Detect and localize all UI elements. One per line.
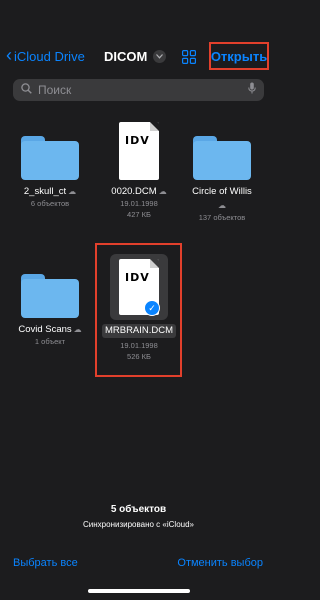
file-item-selected[interactable]: IDV ✓ MRBRAIN.DCM 19.01.1998 526 КБ	[94, 254, 184, 362]
item-name: 0020.DCM	[111, 186, 157, 197]
cloud-download-icon: ☁	[73, 325, 82, 334]
item-meta: 6 объектов	[30, 199, 70, 208]
folder-item[interactable]: 2_skull_ct ☁ 6 объектов	[5, 128, 95, 209]
cloud-download-icon: ☁	[158, 187, 167, 196]
folder-thumbnail	[192, 128, 252, 180]
document-icon: IDV	[119, 122, 159, 180]
file-thumbnail: IDV	[109, 120, 169, 180]
item-meta: 137 объектов	[198, 213, 246, 222]
grid-view-icon[interactable]	[182, 50, 196, 64]
item-meta: 1 объект	[34, 337, 66, 346]
back-button[interactable]: ‹ iCloud Drive	[6, 45, 85, 65]
open-button[interactable]: Открыть	[209, 42, 269, 70]
item-date: 19.01.1998	[120, 341, 158, 350]
folder-icon	[193, 136, 251, 180]
cloud-download-icon: ☁	[68, 187, 77, 196]
folder-icon	[21, 136, 79, 180]
item-name: Covid Scans	[18, 324, 72, 335]
microphone-icon[interactable]	[248, 81, 256, 99]
folder-title-menu[interactable]: DICOM	[104, 49, 167, 64]
deselect-button[interactable]: Отменить выбор	[177, 557, 263, 569]
chevron-left-icon: ‹	[6, 45, 12, 65]
item-name: MRBRAIN.DCM	[102, 324, 176, 338]
document-preview-text: IDV	[125, 134, 150, 147]
item-size: 526 КБ	[127, 352, 151, 361]
folder-item[interactable]: Circle of Willis ☁ 137 объектов	[177, 128, 267, 223]
sync-status: Синхронизировано с «iCloud»	[83, 520, 194, 529]
file-item[interactable]: IDV 0020.DCM ☁ 19.01.1998 427 КБ	[94, 120, 184, 220]
chevron-down-icon	[153, 50, 167, 63]
select-all-button[interactable]: Выбрать все	[13, 557, 78, 569]
item-name: 2_skull_ct	[23, 186, 67, 197]
home-indicator[interactable]	[88, 589, 190, 593]
item-count: 5 объектов	[110, 504, 167, 515]
item-name: Circle of Willis	[192, 186, 252, 197]
folder-icon	[21, 274, 79, 318]
item-size: 427 КБ	[127, 210, 151, 219]
search-input[interactable]	[32, 83, 248, 97]
cloud-download-icon: ☁	[218, 201, 226, 210]
folder-thumbnail	[20, 266, 80, 318]
document-preview-text: IDV	[125, 271, 150, 284]
back-label: iCloud Drive	[14, 48, 85, 64]
search-bar[interactable]	[13, 79, 264, 101]
page-title: DICOM	[104, 49, 148, 64]
item-date: 19.01.1998	[120, 199, 158, 208]
file-thumbnail: IDV ✓	[110, 254, 168, 320]
checkmark-icon: ✓	[144, 300, 160, 316]
folder-item[interactable]: Covid Scans ☁ 1 объект	[5, 266, 95, 347]
search-icon	[21, 81, 32, 99]
folder-thumbnail	[20, 128, 80, 180]
